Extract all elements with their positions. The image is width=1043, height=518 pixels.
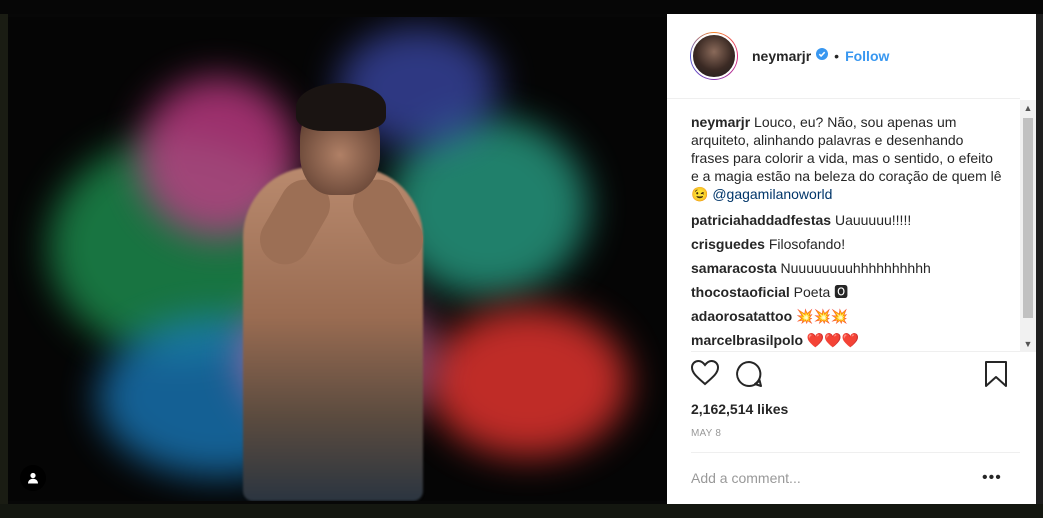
comment-text: Nuuuuuuuuhhhhhhhhhh: [776, 260, 931, 276]
likes-count[interactable]: 2,162,514 likes: [691, 401, 788, 417]
scroll-up-arrow-icon[interactable]: ▲: [1020, 100, 1036, 116]
comments-list[interactable]: neymarjr Louco, eu? Não, sou apenas um a…: [691, 113, 1002, 351]
divider: [691, 351, 1020, 352]
avatar-image: [691, 33, 737, 79]
comment-text: Filosofando!: [764, 236, 846, 252]
avatar[interactable]: [690, 32, 738, 80]
color-burst: [428, 307, 628, 457]
comment-item: adaorosatattoo 💥💥💥: [691, 307, 1002, 325]
comment-item: samaracosta Nuuuuuuuuhhhhhhhhhh: [691, 259, 1002, 277]
heart-icon[interactable]: [690, 359, 720, 391]
post-date[interactable]: MAY 8: [691, 428, 721, 439]
post-header: neymarjr • Follow: [667, 14, 1020, 99]
comment-item: thocostaoficial Poeta 🅾: [691, 283, 1002, 301]
post-modal: neymarjr • Follow neymarjr Louco, eu? Nã…: [8, 14, 1036, 504]
comment-username[interactable]: marcelbrasilpolo: [691, 332, 803, 348]
post-details-panel: neymarjr • Follow neymarjr Louco, eu? Nã…: [667, 14, 1036, 504]
caption: neymarjr Louco, eu? Não, sou apenas um a…: [691, 113, 1002, 203]
comment-username[interactable]: adaorosatattoo: [691, 308, 792, 324]
add-comment-input[interactable]: Add a comment...: [691, 470, 801, 486]
scrollbar-thumb[interactable]: [1023, 118, 1033, 318]
action-bar: [690, 359, 1011, 393]
username-link[interactable]: neymarjr: [752, 48, 811, 64]
comment-text: Uauuuuu!!!!!: [831, 212, 912, 228]
comments-scrollbar[interactable]: ▲ ▼: [1020, 100, 1036, 352]
comment-icon[interactable]: [735, 360, 763, 393]
user-tag-icon[interactable]: [20, 465, 46, 491]
comment-username[interactable]: thocostaoficial: [691, 284, 790, 300]
separator-dot: •: [834, 48, 840, 64]
comment-text: Poeta 🅾: [789, 284, 849, 300]
comment-username[interactable]: patriciahaddadfestas: [691, 212, 831, 228]
bookmark-icon[interactable]: [984, 360, 1008, 393]
comment-item: crisguedes Filosofando!: [691, 235, 1002, 253]
comment-item: patriciahaddadfestas Uauuuuu!!!!!: [691, 211, 1002, 229]
verified-icon: [816, 47, 829, 65]
comment-username[interactable]: samaracosta: [691, 260, 777, 276]
photo-subject-hair: [296, 83, 386, 131]
post-photo[interactable]: [8, 17, 667, 501]
comment-text: 💥💥💥: [792, 308, 849, 324]
caption-mention[interactable]: @gagamilanoworld: [712, 186, 832, 202]
more-options-icon[interactable]: •••: [982, 469, 1002, 487]
follow-button[interactable]: Follow: [845, 48, 889, 64]
comment-text: ❤️❤️❤️: [803, 332, 860, 348]
comment-username[interactable]: crisguedes: [691, 236, 765, 252]
scroll-down-arrow-icon[interactable]: ▼: [1020, 336, 1036, 352]
divider: [691, 452, 1020, 453]
caption-username[interactable]: neymarjr: [691, 114, 750, 130]
comment-item: marcelbrasilpolo ❤️❤️❤️: [691, 331, 1002, 349]
